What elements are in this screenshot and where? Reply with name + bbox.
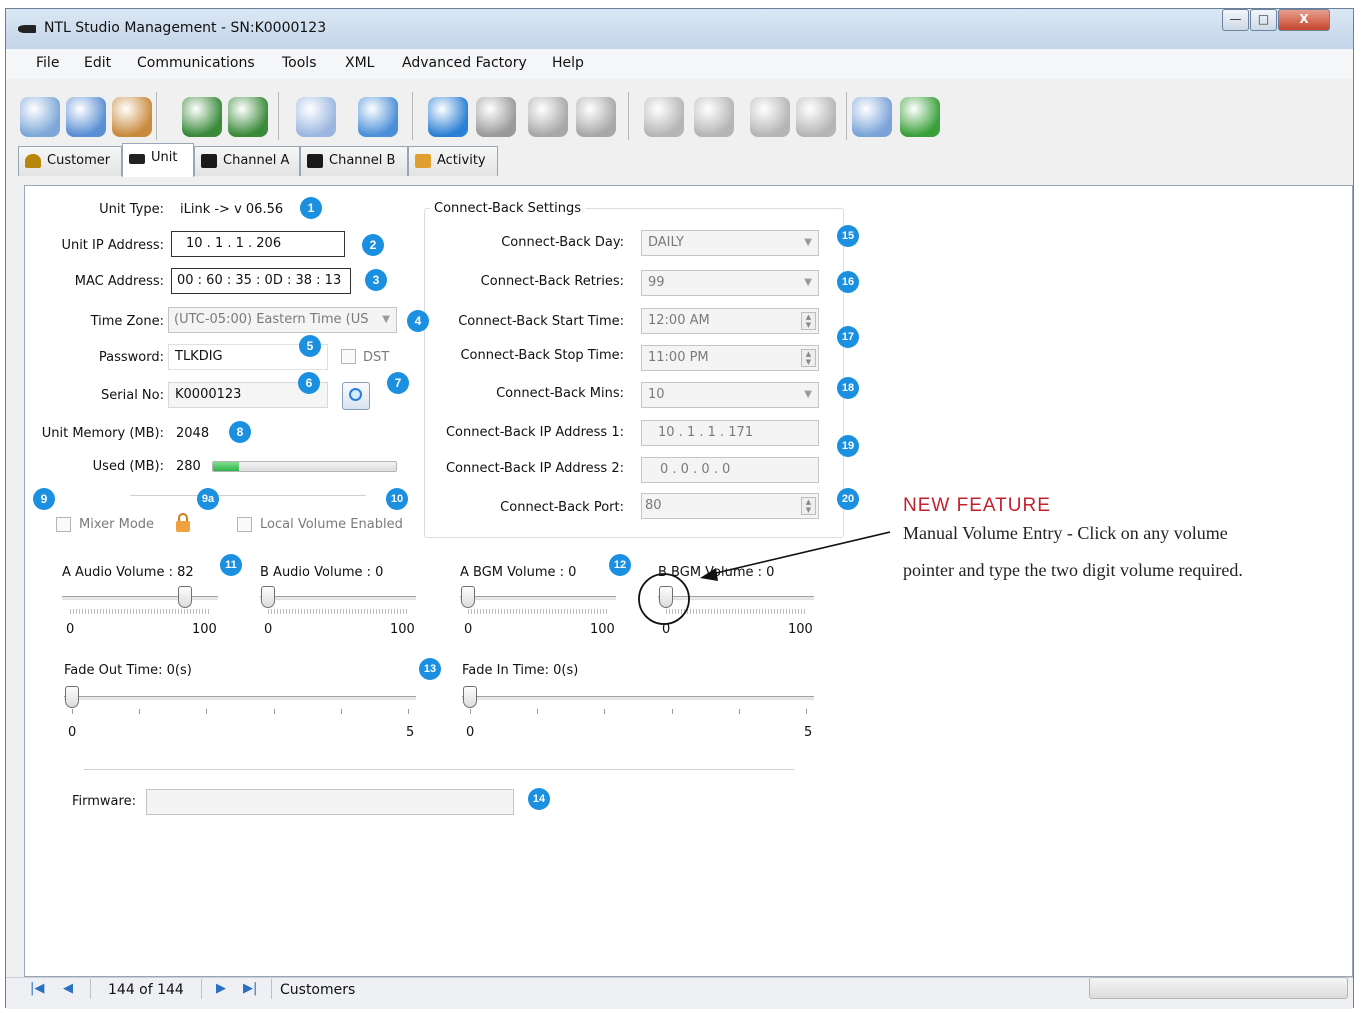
callout-arrow <box>638 531 891 625</box>
record-position: 144 of 144 <box>108 982 184 998</box>
status-separator <box>90 979 91 999</box>
status-progress-bar <box>1089 977 1348 999</box>
callout-circle <box>638 573 690 625</box>
first-record-icon[interactable]: |◀ <box>30 981 44 996</box>
status-separator <box>201 979 202 999</box>
callout-arrow-line <box>711 531 891 575</box>
tab-label: Unit <box>151 150 178 165</box>
status-separator <box>271 979 272 999</box>
callout-arrow-head <box>700 568 718 581</box>
tab-unit[interactable]: Unit <box>122 143 194 177</box>
previous-record-icon[interactable]: ◀ <box>63 981 73 996</box>
last-record-icon[interactable]: ▶| <box>243 981 257 996</box>
unit-device-icon <box>129 154 145 164</box>
next-record-icon[interactable]: ▶ <box>216 981 226 996</box>
status-section-label: Customers <box>280 982 356 998</box>
